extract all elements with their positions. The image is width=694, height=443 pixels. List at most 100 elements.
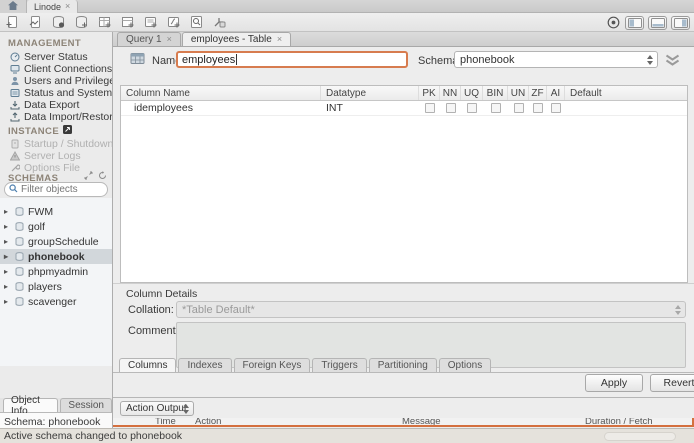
sidebar-item-system-variables[interactable]: Status and System Variables xyxy=(0,87,113,99)
schema-item-phonebook[interactable]: ▸ phonebook xyxy=(0,249,113,264)
cell-column-name[interactable]: idemployees xyxy=(121,101,321,115)
cell-un[interactable] xyxy=(508,101,529,115)
new-view-icon[interactable] xyxy=(119,15,135,30)
new-table-icon[interactable] xyxy=(96,15,112,30)
expand-arrow-icon[interactable]: ▸ xyxy=(4,252,11,261)
close-icon[interactable]: × xyxy=(65,2,70,11)
expand-arrow-icon[interactable]: ▸ xyxy=(4,207,11,216)
table-row[interactable]: idemployees INT xyxy=(121,101,687,116)
toggle-left-panel-icon[interactable] xyxy=(625,16,644,30)
column-header-pk[interactable]: PK xyxy=(419,86,440,100)
action-output-header-time[interactable]: Time xyxy=(151,418,191,425)
revert-button[interactable]: Revert xyxy=(650,374,694,392)
data-export-icon xyxy=(9,100,20,111)
tab-session[interactable]: Session xyxy=(60,398,112,412)
sidebar-item-server-logs[interactable]: Server Logs xyxy=(0,150,113,162)
help-icon[interactable] xyxy=(605,15,621,30)
column-header-default[interactable]: Default xyxy=(565,86,687,100)
open-sql-script-icon[interactable] xyxy=(27,15,43,30)
tab-query-1[interactable]: Query 1 × xyxy=(117,32,181,46)
expand-arrow-icon[interactable]: ▸ xyxy=(4,282,11,291)
cell-bin[interactable] xyxy=(483,101,508,115)
expand-arrow-icon[interactable]: ▸ xyxy=(4,222,11,231)
schema-filter-input[interactable] xyxy=(21,184,101,195)
cell-default[interactable] xyxy=(565,101,687,115)
sidebar-item-data-import[interactable]: Data Import/Restore xyxy=(0,111,113,123)
home-tab[interactable] xyxy=(0,0,27,13)
nn-checkbox[interactable] xyxy=(446,103,456,113)
sidebar-item-startup-shutdown[interactable]: Startup / Shutdown xyxy=(0,138,113,150)
action-output-panel: Action Output Time Action Message Durati… xyxy=(113,397,694,428)
apply-button[interactable]: Apply xyxy=(585,374,643,392)
zf-checkbox[interactable] xyxy=(533,103,543,113)
action-output-select[interactable]: Action Output xyxy=(120,401,194,416)
info-tab-bar: Object Info Session xyxy=(0,398,112,413)
home-icon xyxy=(8,1,18,13)
expand-arrow-icon[interactable]: ▸ xyxy=(4,297,11,306)
toggle-right-panel-icon[interactable] xyxy=(671,16,690,30)
select-stepper-icon xyxy=(675,305,681,315)
cell-datatype[interactable]: INT xyxy=(321,101,419,115)
collapse-chevrons-icon[interactable] xyxy=(664,54,681,69)
column-header-name[interactable]: Column Name xyxy=(121,86,321,100)
tab-foreign-keys[interactable]: Foreign Keys xyxy=(234,358,311,372)
schema-item-golf[interactable]: ▸ golf xyxy=(0,219,113,234)
action-output-header-duration[interactable]: Duration / Fetch xyxy=(581,418,694,425)
sidebar-item-users-privileges[interactable]: Users and Privileges xyxy=(0,75,113,87)
schema-icon xyxy=(14,296,25,307)
server-status-icon[interactable] xyxy=(50,15,66,30)
close-icon[interactable]: × xyxy=(167,35,172,44)
search-icon[interactable] xyxy=(188,15,204,30)
column-header-zf[interactable]: ZF xyxy=(529,86,547,100)
pk-checkbox[interactable] xyxy=(425,103,435,113)
tab-object-info[interactable]: Object Info xyxy=(3,398,58,412)
cell-uq[interactable] xyxy=(461,101,483,115)
column-header-ai[interactable]: AI xyxy=(547,86,565,100)
un-checkbox[interactable] xyxy=(514,103,524,113)
cell-ai[interactable] xyxy=(547,101,565,115)
tab-employees-table[interactable]: employees - Table × xyxy=(182,32,291,46)
tab-indexes[interactable]: Indexes xyxy=(178,358,231,372)
sidebar-item-data-export[interactable]: Data Export xyxy=(0,99,113,111)
column-header-datatype[interactable]: Datatype xyxy=(321,86,419,100)
column-header-un[interactable]: UN xyxy=(508,86,529,100)
bin-checkbox[interactable] xyxy=(491,103,501,113)
schema-item-players[interactable]: ▸ players xyxy=(0,279,113,294)
cell-pk[interactable] xyxy=(419,101,440,115)
schema-item-phpmyadmin[interactable]: ▸ phpmyadmin xyxy=(0,264,113,279)
close-icon[interactable]: × xyxy=(277,35,282,44)
cell-nn[interactable] xyxy=(440,101,461,115)
new-function-icon[interactable] xyxy=(165,15,181,30)
tab-columns[interactable]: Columns xyxy=(119,358,176,372)
column-header-nn[interactable]: NN xyxy=(440,86,461,100)
toggle-bottom-panel-icon[interactable] xyxy=(648,16,667,30)
cell-zf[interactable] xyxy=(529,101,547,115)
schema-filter xyxy=(4,182,108,197)
reconnect-icon[interactable] xyxy=(211,15,227,30)
collation-select[interactable]: *Table Default* xyxy=(176,301,686,318)
table-name-input[interactable]: employees xyxy=(176,51,408,68)
connection-tab-linode[interactable]: Linode × xyxy=(27,0,78,13)
uq-checkbox[interactable] xyxy=(467,103,477,113)
schema-select[interactable]: phonebook xyxy=(454,51,658,68)
schema-item-groupschedule[interactable]: ▸ groupSchedule xyxy=(0,234,113,249)
new-stored-procedure-icon[interactable] xyxy=(142,15,158,30)
schema-item-fwm[interactable]: ▸ FWM xyxy=(0,204,113,219)
schema-item-scavenger[interactable]: ▸ scavenger xyxy=(0,294,113,309)
expand-arrow-icon[interactable]: ▸ xyxy=(4,237,11,246)
tab-triggers[interactable]: Triggers xyxy=(312,358,366,372)
expand-arrow-icon[interactable]: ▸ xyxy=(4,267,11,276)
sidebar-item-server-status[interactable]: Server Status xyxy=(0,51,113,63)
column-header-bin[interactable]: BIN xyxy=(483,86,508,100)
sidebar-item-client-connections[interactable]: Client Connections xyxy=(0,63,113,75)
ai-checkbox[interactable] xyxy=(551,103,561,113)
new-query-icon[interactable] xyxy=(4,15,20,30)
column-header-uq[interactable]: UQ xyxy=(461,86,483,100)
tab-partitioning[interactable]: Partitioning xyxy=(369,358,437,372)
server-status-icon xyxy=(9,52,20,63)
new-schema-icon[interactable] xyxy=(73,15,89,30)
tab-options[interactable]: Options xyxy=(439,358,491,372)
action-output-header-action[interactable]: Action xyxy=(191,418,398,425)
action-output-header-message[interactable]: Message xyxy=(398,418,581,425)
sidebar: MANAGEMENT Server Status Client Connecti… xyxy=(0,32,113,428)
